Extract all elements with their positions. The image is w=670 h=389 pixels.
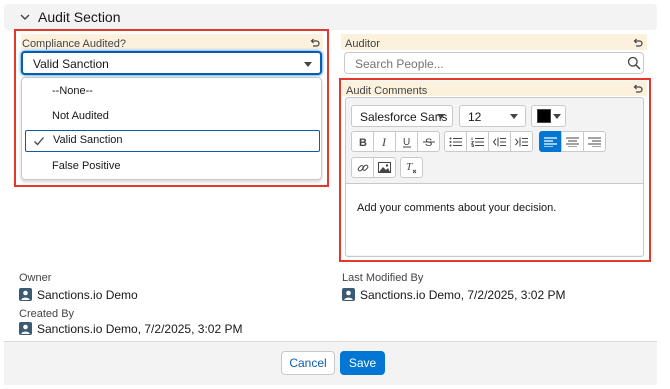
created-by-label: Created By [19, 308, 75, 320]
auditor-field-bg [341, 34, 647, 50]
cancel-button[interactable]: Cancel [281, 351, 335, 375]
user-avatar-icon [19, 322, 32, 335]
auditor-label: Auditor [345, 38, 380, 50]
section-header[interactable]: Audit Section [4, 4, 657, 30]
last-modified-label: Last Modified By [342, 272, 424, 284]
undo-icon[interactable] [632, 37, 644, 49]
section-title: Audit Section [38, 9, 121, 25]
highlight-box-compliance [14, 29, 329, 187]
search-placeholder: Search People... [355, 57, 444, 71]
last-modified-value[interactable]: Sanctions.io Demo, 7/2/2025, 3:02 PM [360, 288, 565, 302]
chevron-down-icon [20, 14, 30, 20]
user-avatar-icon [342, 288, 355, 301]
search-icon[interactable] [627, 56, 641, 70]
created-by-value[interactable]: Sanctions.io Demo, 7/2/2025, 3:02 PM [37, 322, 242, 336]
owner-label: Owner [19, 272, 52, 284]
user-avatar-icon [19, 288, 32, 301]
auditor-search-input[interactable]: Search People... [344, 52, 644, 74]
highlight-box-comments [339, 78, 651, 262]
owner-value[interactable]: Sanctions.io Demo [37, 288, 138, 302]
save-button[interactable]: Save [340, 351, 385, 375]
